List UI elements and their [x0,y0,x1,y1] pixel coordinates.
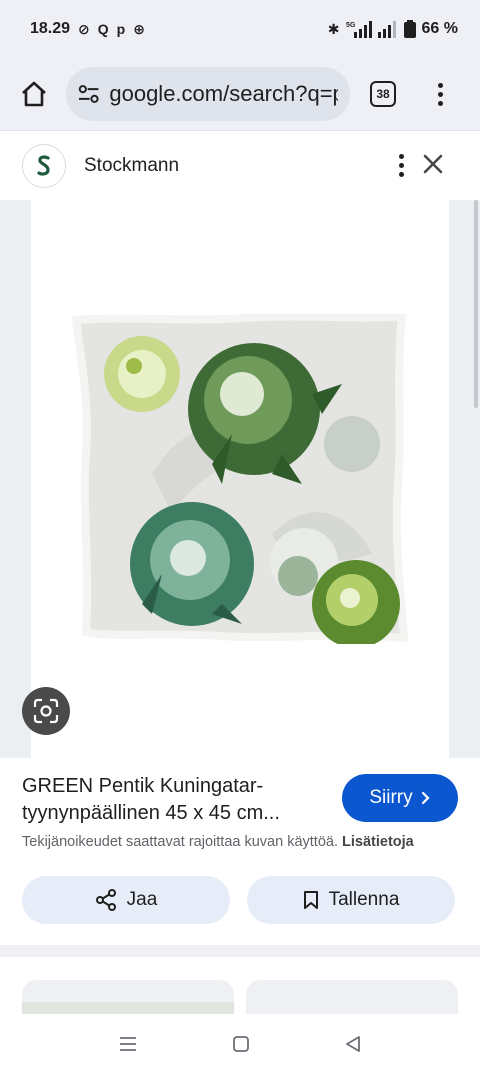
clock: 18.29 [30,20,71,37]
site-name[interactable]: Stockmann [84,155,179,177]
site-logo [22,143,66,188]
source-menu-button[interactable] [399,154,404,177]
section-divider [0,945,480,957]
related-image-1[interactable] [22,980,234,1014]
more-vert-icon-dot [399,172,404,177]
bookmark-icon [303,891,318,909]
battery-level: 66 % [421,20,458,37]
posti-icon: p [116,21,126,37]
google-lens-button[interactable] [22,687,70,735]
source-header: Stockmann [0,130,480,200]
copyright-notice: Tekijänoikeudet saattavat rajoittaa kuva… [22,834,472,850]
related-image-preview [22,1002,234,1014]
more-info-link[interactable]: Lisätietoja [342,834,414,850]
home-icon [22,81,46,107]
more-vert-icon [438,82,443,88]
lens-icon [33,698,59,724]
tab-switcher-button[interactable]: 38 [370,81,396,107]
more-vert-icon-dot [399,163,404,168]
site-settings-icon[interactable] [78,84,99,104]
result-title[interactable]: GREEN Pentik Kuningatar-tyynynpäällinen … [22,773,322,827]
recents-icon[interactable] [118,1035,138,1053]
home-button[interactable] [16,76,52,112]
more-vert-icon [399,154,404,159]
signal-5g-icon: 5G [346,21,372,38]
browser-menu-button[interactable] [438,82,443,106]
plus-circle-icon: ⊕ [133,20,145,37]
system-navigation-bar [0,1014,480,1073]
address-bar[interactable]: google.com/search?q=p [66,67,350,121]
back-icon[interactable] [344,1035,362,1053]
status-bar: 18.29 ⊘ Q p ⊕ ✱ 5G 66 % [0,0,480,58]
product-image[interactable] [72,314,408,644]
check-circle-icon: ⊘ [78,20,90,37]
home-nav-icon[interactable] [232,1035,250,1053]
network-type: 5G [346,22,356,29]
save-button[interactable]: Tallenna [247,876,455,924]
status-left: 18.29 ⊘ Q p ⊕ [30,20,145,38]
save-label: Tallenna [328,889,400,910]
share-button[interactable]: Jaa [22,876,230,924]
visit-button[interactable]: Siirry [342,774,458,822]
url-text: google.com/search?q=p [109,81,338,106]
search-icon: Q [97,21,109,37]
share-icon [95,889,116,911]
close-icon[interactable] [422,153,444,175]
more-vert-icon-dot [438,91,443,97]
scrollbar[interactable] [474,200,478,408]
visit-button-label: Siirry [369,787,413,808]
battery-icon [403,20,416,38]
more-vert-icon-dot [438,100,443,106]
stockmann-logo-icon [37,154,50,176]
bluetooth-icon: ✱ [327,20,340,37]
share-label: Jaa [126,889,158,910]
related-image-2[interactable] [246,980,458,1014]
status-right: ✱ 5G 66 % [328,20,458,38]
copyright-text: Tekijänoikeudet saattavat rajoittaa kuva… [22,834,338,850]
chevron-right-icon [421,791,430,805]
signal-icon [377,21,396,38]
tab-count: 38 [376,87,390,101]
browser-toolbar: google.com/search?q=p 38 [0,58,480,130]
